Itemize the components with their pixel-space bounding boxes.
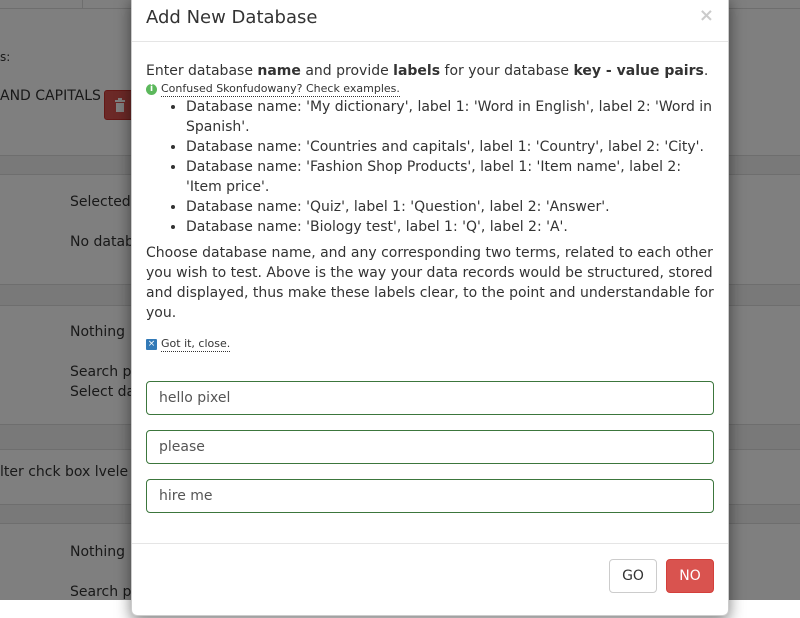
explanation-paragraph: Choose database name, and any correspond… xyxy=(146,245,714,321)
label1-input[interactable] xyxy=(146,430,714,464)
info-icon: i xyxy=(146,84,157,95)
examples-hint: i Confused Skonfudowany? Check examples. xyxy=(146,82,716,97)
example-item: Database name: 'Biology test', label 1: … xyxy=(186,217,716,237)
got-it-close-link[interactable]: Got it, close. xyxy=(161,337,231,352)
example-item: Database name: 'Fashion Shop Products', … xyxy=(186,157,716,197)
close-box-icon: × xyxy=(146,339,157,350)
examples-list: Database name: 'My dictionary', label 1:… xyxy=(146,97,716,237)
modal-header: Add New Database × xyxy=(132,0,728,42)
add-database-modal: Add New Database × Enter database name a… xyxy=(131,0,729,616)
example-item: Database name: 'My dictionary', label 1:… xyxy=(186,97,716,137)
intro-text: Enter database name and provide labels f… xyxy=(146,63,709,79)
intro-bold-labels: labels xyxy=(393,63,441,79)
example-item: Database name: 'Quiz', label 1: 'Questio… xyxy=(186,197,716,217)
check-examples-link[interactable]: Confused Skonfudowany? Check examples. xyxy=(161,82,400,97)
close-button[interactable]: × xyxy=(699,7,714,25)
intro-bold-name: name xyxy=(257,63,301,79)
modal-title: Add New Database xyxy=(146,7,318,28)
no-button[interactable]: NO xyxy=(666,559,714,593)
intro-bold-pairs: key - value pairs xyxy=(573,63,704,79)
modal-body: Enter database name and provide labels f… xyxy=(146,61,716,352)
label2-input[interactable] xyxy=(146,479,714,513)
example-item: Database name: 'Countries and capitals',… xyxy=(186,137,716,157)
modal-footer: GO NO xyxy=(132,543,728,618)
database-name-input[interactable] xyxy=(146,381,714,415)
got-it-row: × Got it, close. xyxy=(146,337,716,352)
go-button[interactable]: GO xyxy=(609,559,657,593)
